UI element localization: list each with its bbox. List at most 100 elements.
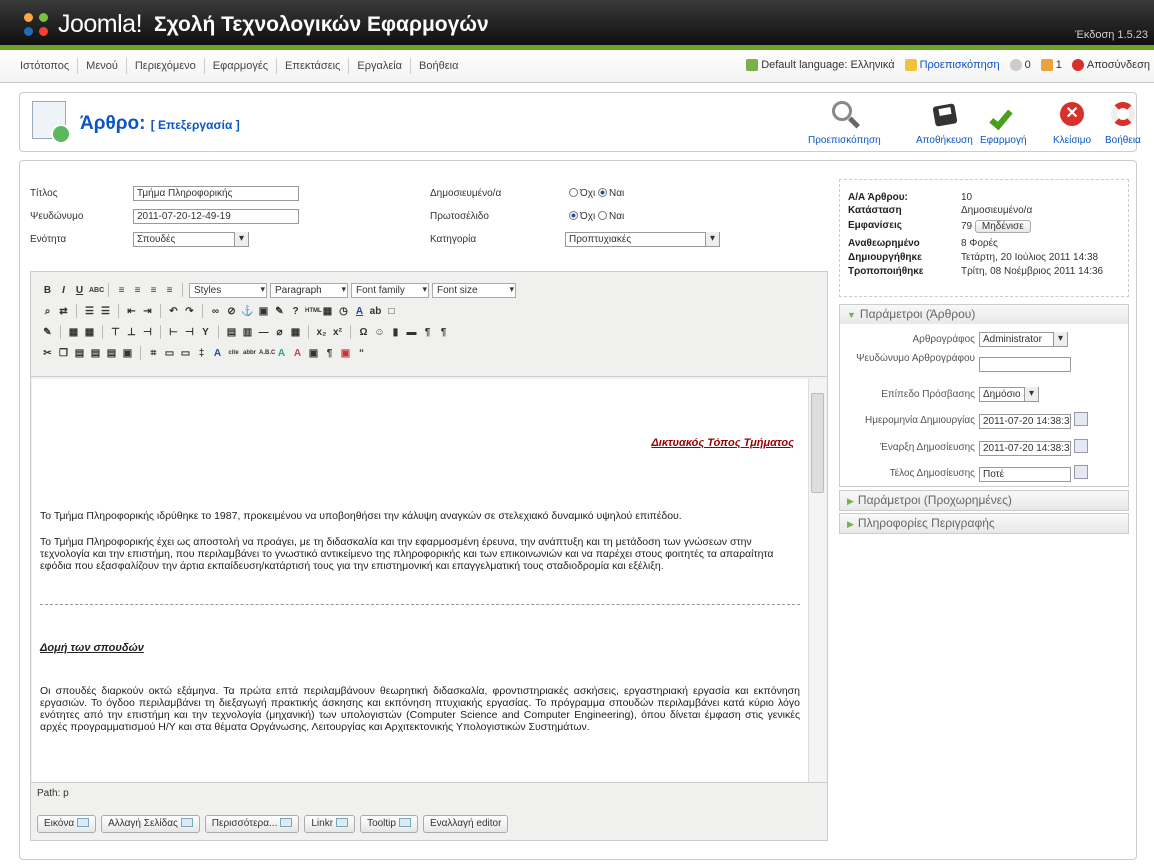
styles-select[interactable]: Styles xyxy=(189,282,267,298)
menu-item-menus[interactable]: Μενού xyxy=(78,58,127,74)
move-forward-icon[interactable]: ▭ xyxy=(163,347,176,360)
publish-up-input[interactable]: 2011-07-20 14:38:37 xyxy=(979,441,1071,456)
text-color-icon[interactable]: A xyxy=(353,305,366,318)
table-props-icon[interactable]: ▦ xyxy=(83,326,96,339)
fullscreen-icon[interactable]: □ xyxy=(385,305,398,318)
paste-text-icon[interactable]: ▤ xyxy=(89,347,102,360)
metadata-header[interactable]: ▶ Πληροφορίες Περιγραφής xyxy=(840,514,1128,533)
outdent-icon[interactable]: ⇤ xyxy=(125,305,138,318)
del-icon[interactable]: A xyxy=(275,347,288,360)
section-select[interactable]: Σπουδές xyxy=(133,232,249,247)
reset-hits-button[interactable]: Μηδένισε xyxy=(974,220,1031,233)
access-select[interactable]: Δημόσιο xyxy=(979,387,1039,402)
absolute-icon[interactable]: ‡ xyxy=(195,347,208,360)
apply-button[interactable]: Εφαρμογή xyxy=(980,99,1027,146)
col-before-icon[interactable]: ⊢ xyxy=(167,326,180,339)
insert-layer-icon[interactable]: ⌗ xyxy=(147,347,160,360)
calendar-icon[interactable] xyxy=(1074,412,1088,426)
editor-content[interactable]: Δικτυακός Τόπος Τμήματος Το Τμήμα Πληροφ… xyxy=(32,379,808,782)
published-yes-radio[interactable] xyxy=(598,188,607,197)
menu-item-site[interactable]: Ιστότοπος xyxy=(12,58,79,74)
preview-button[interactable]: Προεπισκόπηση xyxy=(808,99,881,146)
cleanup-icon[interactable]: ✎ xyxy=(273,305,286,318)
created-date-input[interactable]: 2011-07-20 14:38:37 xyxy=(979,414,1071,429)
special-char-icon[interactable]: Ω xyxy=(357,326,370,339)
merge-cells-icon[interactable]: ▥ xyxy=(241,326,254,339)
align-left-icon[interactable]: ≡ xyxy=(115,284,128,297)
background-color-icon[interactable]: ab xyxy=(369,305,382,318)
html-icon[interactable]: HTML xyxy=(305,305,322,318)
style-props-icon[interactable]: A xyxy=(211,347,224,360)
close-button[interactable]: ✕ Κλείσιμο xyxy=(1053,99,1091,146)
image-button[interactable]: Εικόνα xyxy=(37,815,97,833)
nonbreaking-icon[interactable]: ▣ xyxy=(339,347,352,360)
author-select[interactable]: Administrator xyxy=(979,332,1068,347)
acronym-icon[interactable]: A.B.C xyxy=(259,347,275,360)
blockquote-icon[interactable]: “ xyxy=(355,347,368,360)
alias-input[interactable]: 2011-07-20-12-49-19 xyxy=(133,209,299,224)
delete-row-icon[interactable]: ⊣ xyxy=(141,326,154,339)
calendar-icon[interactable] xyxy=(1074,439,1088,453)
move-backward-icon[interactable]: ▭ xyxy=(179,347,192,360)
align-justify-icon[interactable]: ≡ xyxy=(163,284,176,297)
calendar-icon[interactable] xyxy=(1074,465,1088,479)
link-icon[interactable]: ∞ xyxy=(209,305,222,318)
remove-format-icon[interactable]: ⌀ xyxy=(273,326,286,339)
users-count[interactable]: 1 xyxy=(1040,59,1062,72)
horizontal-rule-icon[interactable]: — xyxy=(257,326,270,339)
delete-col-icon[interactable]: Y xyxy=(199,326,212,339)
redo-icon[interactable]: ↷ xyxy=(183,305,196,318)
anchor-icon[interactable]: ⚓ xyxy=(241,305,254,318)
ltr-icon[interactable]: ¶ xyxy=(421,326,434,339)
menu-item-tools[interactable]: Εργαλεία xyxy=(349,58,412,74)
category-select[interactable]: Προπτυχιακές xyxy=(565,232,720,247)
messages-count[interactable]: 0 xyxy=(1009,59,1031,72)
cut-icon[interactable]: ✂ xyxy=(41,347,54,360)
article-params-header[interactable]: ▼ Παράμετροι (Άρθρου) xyxy=(840,305,1128,324)
linkr-button[interactable]: Linkr xyxy=(304,815,356,833)
unlink-icon[interactable]: ⊘ xyxy=(225,305,238,318)
indent-icon[interactable]: ⇥ xyxy=(141,305,154,318)
frontpage-no-radio[interactable] xyxy=(569,211,578,220)
numbered-list-icon[interactable]: ☰ xyxy=(99,305,112,318)
help-icon[interactable]: ? xyxy=(289,305,302,318)
table-icon[interactable]: ▦ xyxy=(67,326,80,339)
col-after-icon[interactable]: ⊣ xyxy=(183,326,196,339)
department-site-link[interactable]: Δικτυακός Τόπος Τμήματος xyxy=(40,437,800,449)
superscript-icon[interactable]: x² xyxy=(331,326,344,339)
font-size-select[interactable]: Font size xyxy=(432,282,516,298)
paste-word-icon[interactable]: ▤ xyxy=(105,347,118,360)
find-icon[interactable]: ⌕ xyxy=(41,305,54,318)
published-no-radio[interactable] xyxy=(569,188,578,197)
font-family-select[interactable]: Font family xyxy=(351,282,429,298)
editor-scrollbar[interactable] xyxy=(808,379,826,782)
edit-css-icon[interactable]: ✎ xyxy=(41,326,54,339)
emoticon-icon[interactable]: ☺ xyxy=(373,326,386,339)
publish-down-input[interactable]: Ποτέ xyxy=(979,467,1071,482)
tooltip-button[interactable]: Tooltip xyxy=(360,815,418,833)
row-before-icon[interactable]: ⊤ xyxy=(109,326,122,339)
author-alias-input[interactable] xyxy=(979,357,1071,372)
image-icon[interactable]: ▣ xyxy=(257,305,270,318)
row-after-icon[interactable]: ⊥ xyxy=(125,326,138,339)
cite-icon[interactable]: cite xyxy=(227,347,240,360)
help-button[interactable]: Βοήθεια xyxy=(1105,99,1141,146)
menu-item-extensions[interactable]: Επεκτάσεις xyxy=(277,58,350,74)
hr-icon[interactable]: ▬ xyxy=(405,326,418,339)
logout-link[interactable]: Αποσύνδεση xyxy=(1071,59,1150,72)
attribs-icon[interactable]: ▣ xyxy=(307,347,320,360)
menu-item-content[interactable]: Περιεχόμενο xyxy=(127,58,205,74)
frontpage-yes-radio[interactable] xyxy=(598,211,607,220)
visual-aid-icon[interactable]: ▦ xyxy=(289,326,302,339)
italic-icon[interactable]: I xyxy=(57,284,70,297)
menu-item-help[interactable]: Βοήθεια xyxy=(411,58,466,74)
preview-link[interactable]: Προεπισκόπηση xyxy=(904,59,1000,72)
pagebreak-button[interactable]: Αλλαγή Σελίδας xyxy=(101,815,200,833)
visual-chars-icon[interactable]: ¶ xyxy=(323,347,336,360)
advanced-params-header[interactable]: ▶ Παράμετροι (Προχωρημένες) xyxy=(840,491,1128,510)
save-button[interactable]: Αποθήκευση xyxy=(916,99,973,146)
align-right-icon[interactable]: ≡ xyxy=(147,284,160,297)
copy-icon[interactable]: ❐ xyxy=(57,347,70,360)
split-cells-icon[interactable]: ▤ xyxy=(225,326,238,339)
select-all-icon[interactable]: ▣ xyxy=(121,347,134,360)
